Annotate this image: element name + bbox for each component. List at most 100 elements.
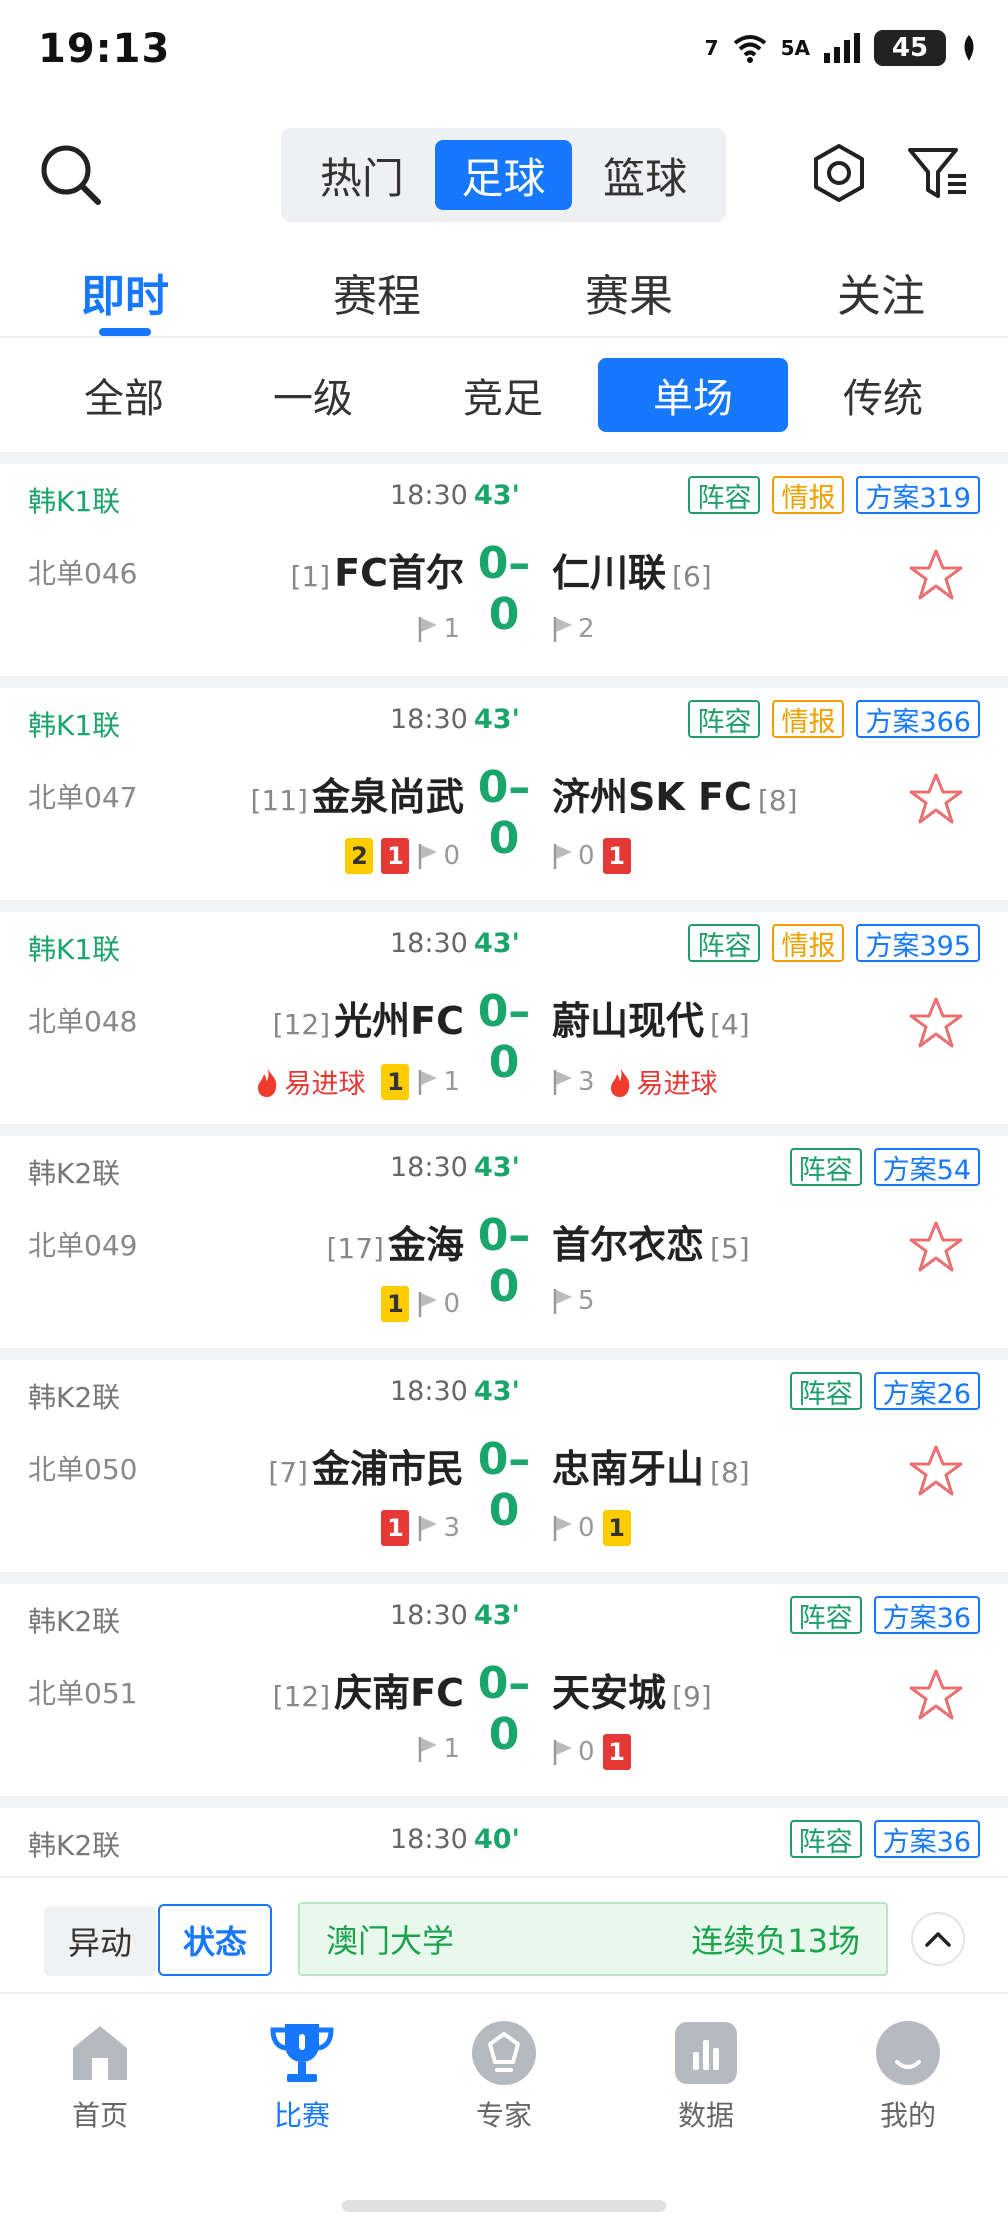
away-team: 仁川联 [6] xyxy=(552,542,712,597)
away-rank: [4] xyxy=(710,1008,750,1041)
flag-icon xyxy=(553,844,572,869)
match-row[interactable]: 韩K2联 18:30 43' 阵容 方案26 北单050 [7] 金浦市民 0–… xyxy=(0,1360,1008,1572)
corner-count: 1 xyxy=(417,1734,460,1764)
lineup-tag[interactable]: 阵容 xyxy=(789,1148,862,1186)
star-icon[interactable] xyxy=(908,1444,964,1498)
match-minute: 43' xyxy=(474,1152,520,1183)
star-icon[interactable] xyxy=(908,772,964,826)
plan-tag[interactable]: 方案366 xyxy=(856,700,980,738)
filter-single[interactable]: 单场 xyxy=(598,358,788,432)
league-name: 韩K1联 xyxy=(28,485,121,518)
plan-tag[interactable]: 方案54 xyxy=(873,1148,980,1186)
yellow-card: 2 xyxy=(345,838,374,874)
score: 0–0 xyxy=(477,1210,531,1312)
match-row[interactable]: 韩K2联 18:30 43' 阵容 方案54 北单049 [17] 金海 0–0… xyxy=(0,1136,1008,1348)
nav-matches[interactable]: 比赛 xyxy=(232,2018,372,2134)
match-row[interactable]: 韩K1联 18:30 43' 阵容 情报 方案319 北单046 [1] FC首… xyxy=(0,464,1008,676)
lineup-tag[interactable]: 阵容 xyxy=(688,476,761,514)
filter-traditional[interactable]: 传统 xyxy=(788,358,978,432)
corner-value: 0 xyxy=(578,1513,595,1543)
away-events: 0 1 xyxy=(552,838,631,874)
tab-live[interactable]: 即时 xyxy=(45,260,205,324)
tab-results[interactable]: 赛果 xyxy=(549,260,709,324)
search-icon[interactable] xyxy=(38,142,104,208)
corner-count: 0 xyxy=(552,1737,595,1767)
filter-jingzu[interactable]: 竞足 xyxy=(408,358,598,432)
match-tags: 阵容 方案36 xyxy=(789,1820,980,1858)
league-name: 韩K2联 xyxy=(28,1605,121,1638)
plan-tag[interactable]: 方案395 xyxy=(856,924,980,962)
match-row[interactable]: 韩K2联 18:30 40' 阵容 方案36 xyxy=(0,1808,1008,1868)
gesture-bar[interactable] xyxy=(342,2200,666,2212)
hot-badge: 易进球 xyxy=(607,1062,718,1101)
filter-level1[interactable]: 一级 xyxy=(218,358,408,432)
intel-tag[interactable]: 情报 xyxy=(772,700,845,738)
status-button[interactable]: 状态 xyxy=(158,1904,272,1976)
league-name: 韩K2联 xyxy=(28,1157,121,1190)
plan-tag[interactable]: 方案36 xyxy=(873,1820,980,1858)
chevron-up-icon[interactable] xyxy=(911,1912,965,1966)
nav-profile[interactable]: 我的 xyxy=(838,2018,978,2134)
sport-tab-hot[interactable]: 热门 xyxy=(293,140,431,210)
away-name: 仁川联 xyxy=(552,551,667,595)
nav-label: 数据 xyxy=(677,2099,734,2132)
star-icon[interactable] xyxy=(908,548,964,602)
home-rank: [1] xyxy=(290,560,331,593)
intel-tag[interactable]: 情报 xyxy=(772,924,845,962)
corner-value: 2 xyxy=(578,614,595,644)
changes-button[interactable]: 异动 xyxy=(44,1906,156,1976)
star-icon[interactable] xyxy=(908,996,964,1050)
lineup-tag[interactable]: 阵容 xyxy=(688,924,761,962)
battery-icon: 45 xyxy=(874,30,946,66)
match-row[interactable]: 韩K2联 18:30 43' 阵容 方案36 北单051 [12] 庆南FC 0… xyxy=(0,1584,1008,1796)
score: 0–0 xyxy=(477,1658,531,1760)
corner-value: 1 xyxy=(443,614,460,644)
status-ticker[interactable]: 澳门大学 连续负13场 xyxy=(298,1902,888,1976)
home-team: [7] 金浦市民 xyxy=(268,1438,464,1493)
star-icon[interactable] xyxy=(908,1668,964,1722)
divider xyxy=(0,676,1008,688)
tab-indicator xyxy=(99,328,151,336)
nav-data[interactable]: 数据 xyxy=(636,2018,776,2134)
corner-count: 0 xyxy=(417,841,460,871)
home-rank: [17] xyxy=(326,1232,384,1265)
plan-tag[interactable]: 方案319 xyxy=(856,476,980,514)
sport-tab-football[interactable]: 足球 xyxy=(434,140,573,210)
divider xyxy=(0,900,1008,912)
tab-follow[interactable]: 关注 xyxy=(801,260,961,324)
profile-icon xyxy=(876,2021,940,2085)
match-row[interactable]: 韩K1联 18:30 43' 阵容 情报 方案366 北单047 [11] 金泉… xyxy=(0,688,1008,900)
home-rank: [7] xyxy=(268,1456,308,1489)
plan-tag[interactable]: 方案26 xyxy=(873,1372,980,1410)
home-name: 庆南FC xyxy=(334,1671,464,1715)
match-code: 北单049 xyxy=(28,1229,138,1262)
match-row[interactable]: 韩K1联 18:30 43' 阵容 情报 方案395 北单048 [12] 光州… xyxy=(0,912,1008,1124)
away-events: 3 易进球 xyxy=(552,1062,718,1101)
nav-home[interactable]: 首页 xyxy=(30,2018,170,2134)
lineup-tag[interactable]: 阵容 xyxy=(789,1596,862,1634)
lineup-tag[interactable]: 阵容 xyxy=(789,1372,862,1410)
away-name: 济州SK FC xyxy=(552,775,752,819)
score: 0–0 xyxy=(477,986,531,1088)
nav-experts[interactable]: 专家 xyxy=(434,2018,574,2134)
plan-tag[interactable]: 方案36 xyxy=(873,1596,980,1634)
signal-icon xyxy=(824,33,860,63)
sport-tab-basketball[interactable]: 篮球 xyxy=(576,140,714,210)
home-events: 1 xyxy=(417,1734,460,1764)
hot-label: 易进球 xyxy=(636,1069,718,1100)
away-team: 首尔衣恋 [5] xyxy=(552,1214,750,1269)
filter-icon[interactable] xyxy=(906,142,968,204)
home-team: [17] 金海 xyxy=(327,1214,465,1269)
flag-icon xyxy=(553,1289,572,1314)
lineup-tag[interactable]: 阵容 xyxy=(789,1820,862,1858)
intel-tag[interactable]: 情报 xyxy=(772,476,845,514)
filter-all[interactable]: 全部 xyxy=(29,358,219,432)
gear-icon[interactable] xyxy=(808,142,870,204)
match-time: 18:30 xyxy=(390,1376,468,1407)
tab-schedule[interactable]: 赛程 xyxy=(297,260,457,324)
lineup-tag[interactable]: 阵容 xyxy=(688,700,761,738)
away-name: 首尔衣恋 xyxy=(552,1223,705,1267)
star-icon[interactable] xyxy=(908,1220,964,1274)
score: 0–0 xyxy=(477,1434,531,1536)
home-events: 1 0 xyxy=(381,1286,460,1322)
